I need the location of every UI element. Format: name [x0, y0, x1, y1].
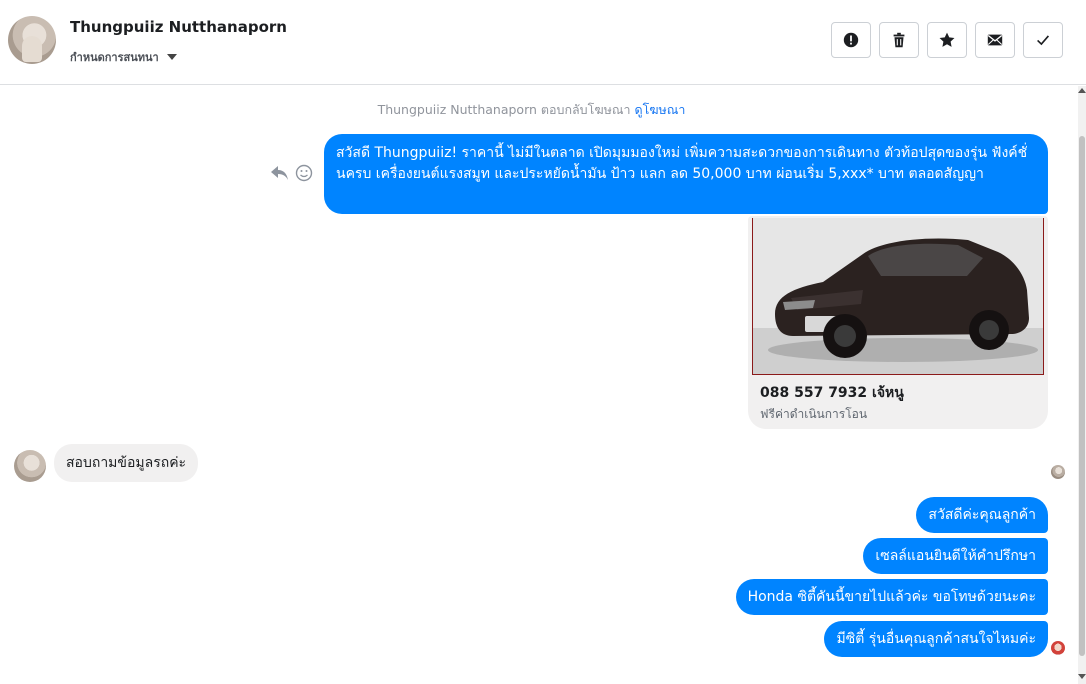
ad-car-image[interactable] — [752, 218, 1044, 375]
star-icon — [939, 32, 955, 47]
chevron-down-icon — [166, 54, 177, 60]
ad-card-title: 088 557 7932 เจ้หนู — [760, 385, 904, 401]
smile-icon[interactable] — [295, 164, 313, 182]
read-receipt-avatar — [1051, 465, 1065, 479]
thread-scrollbar[interactable] — [1078, 86, 1086, 684]
mark-unread-button[interactable] — [975, 22, 1015, 58]
exclamation-icon — [843, 32, 859, 48]
header-actions — [831, 22, 1063, 58]
reply-icon[interactable] — [270, 164, 290, 182]
car-image-graphic — [753, 218, 1043, 374]
report-button[interactable] — [831, 22, 871, 58]
delete-button[interactable] — [879, 22, 919, 58]
outgoing-message-bubble: Honda ซิตี้คันนี้ขายไปแล้วค่ะ ขอโทษด้วยน… — [735, 579, 1048, 615]
contact-name[interactable]: Thungpuiiz Nutthanaporn — [70, 18, 287, 36]
incoming-message-bubble: สอบถามข้อมูลรถค่ะ — [54, 444, 199, 482]
scroll-down-arrow[interactable] — [1078, 674, 1086, 679]
ad-message-bubble: สวัสดี Thungpuiiz! ราคานี้ ไม่มีในตลาด เ… — [324, 134, 1048, 214]
contact-avatar[interactable] — [8, 16, 56, 64]
message-thread[interactable]: Thungpuiiz Nutthanaporn ตอบกลับโฆษณา ดูโ… — [0, 86, 1078, 684]
contact-avatar-small[interactable] — [14, 450, 46, 482]
envelope-icon — [987, 34, 1003, 46]
scroll-thumb[interactable] — [1079, 136, 1085, 656]
ad-card[interactable]: 088 557 7932 เจ้หนู ฟรีค่าดำเนินการโอน — [748, 216, 1048, 429]
check-icon — [1037, 35, 1050, 46]
outgoing-message-bubble: เซลล์แอนยินดีให้คำปรึกษา — [863, 538, 1048, 574]
conversation-header: Thungpuiiz Nutthanaporn กำหนดการสนทนา — [0, 0, 1086, 85]
ad-card-subtitle: ฟรีค่าดำเนินการโอน — [760, 407, 868, 421]
view-ad-link[interactable]: ดูโฆษณา — [634, 102, 685, 117]
conversation-settings-label: กำหนดการสนทนา — [70, 51, 159, 64]
trash-icon — [893, 32, 905, 48]
ad-reply-note-text: Thungpuiiz Nutthanaporn ตอบกลับโฆษณา — [377, 102, 631, 117]
scroll-up-arrow[interactable] — [1078, 88, 1086, 93]
seen-avatar — [1051, 641, 1065, 655]
mark-done-button[interactable] — [1023, 22, 1063, 58]
ad-reply-note: Thungpuiiz Nutthanaporn ตอบกลับโฆษณา ดูโ… — [0, 100, 1063, 120]
outgoing-message-bubble: มีซิตี้ รุ่นอื่นคุณลูกค้าสนใจไหมค่ะ — [824, 621, 1048, 657]
outgoing-message-bubble: สวัสดีค่ะคุณลูกค้า — [916, 497, 1048, 533]
conversation-settings-dropdown[interactable]: กำหนดการสนทนา — [70, 48, 177, 66]
star-button[interactable] — [927, 22, 967, 58]
